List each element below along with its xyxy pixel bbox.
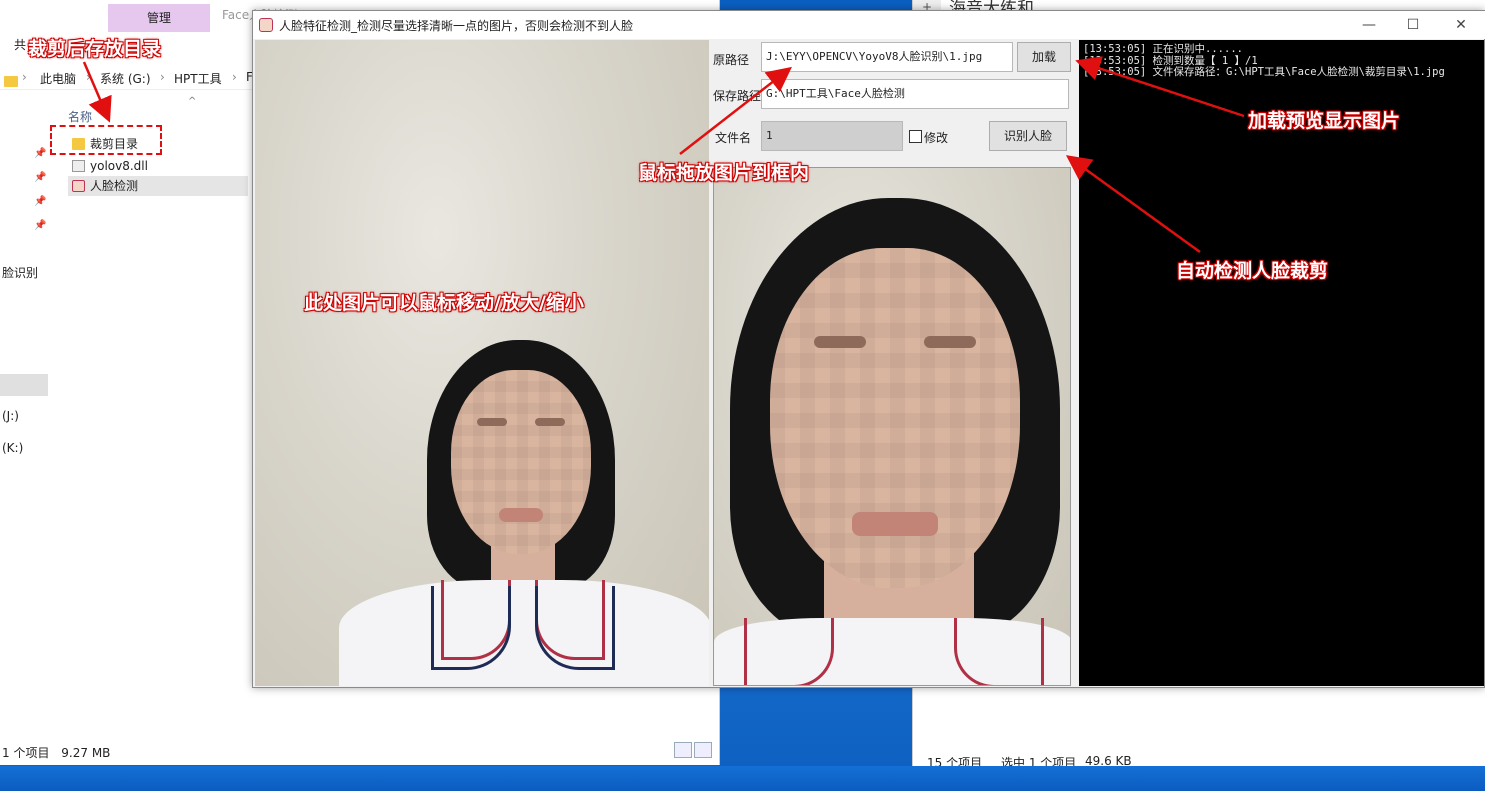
arrow-to-load-button [1075, 56, 1245, 118]
arrow-to-detect-button [1065, 155, 1201, 254]
arrow-to-source-path [679, 66, 792, 155]
annotation-arrows [82, 56, 1245, 254]
arrow-to-crop-folder [82, 61, 112, 123]
